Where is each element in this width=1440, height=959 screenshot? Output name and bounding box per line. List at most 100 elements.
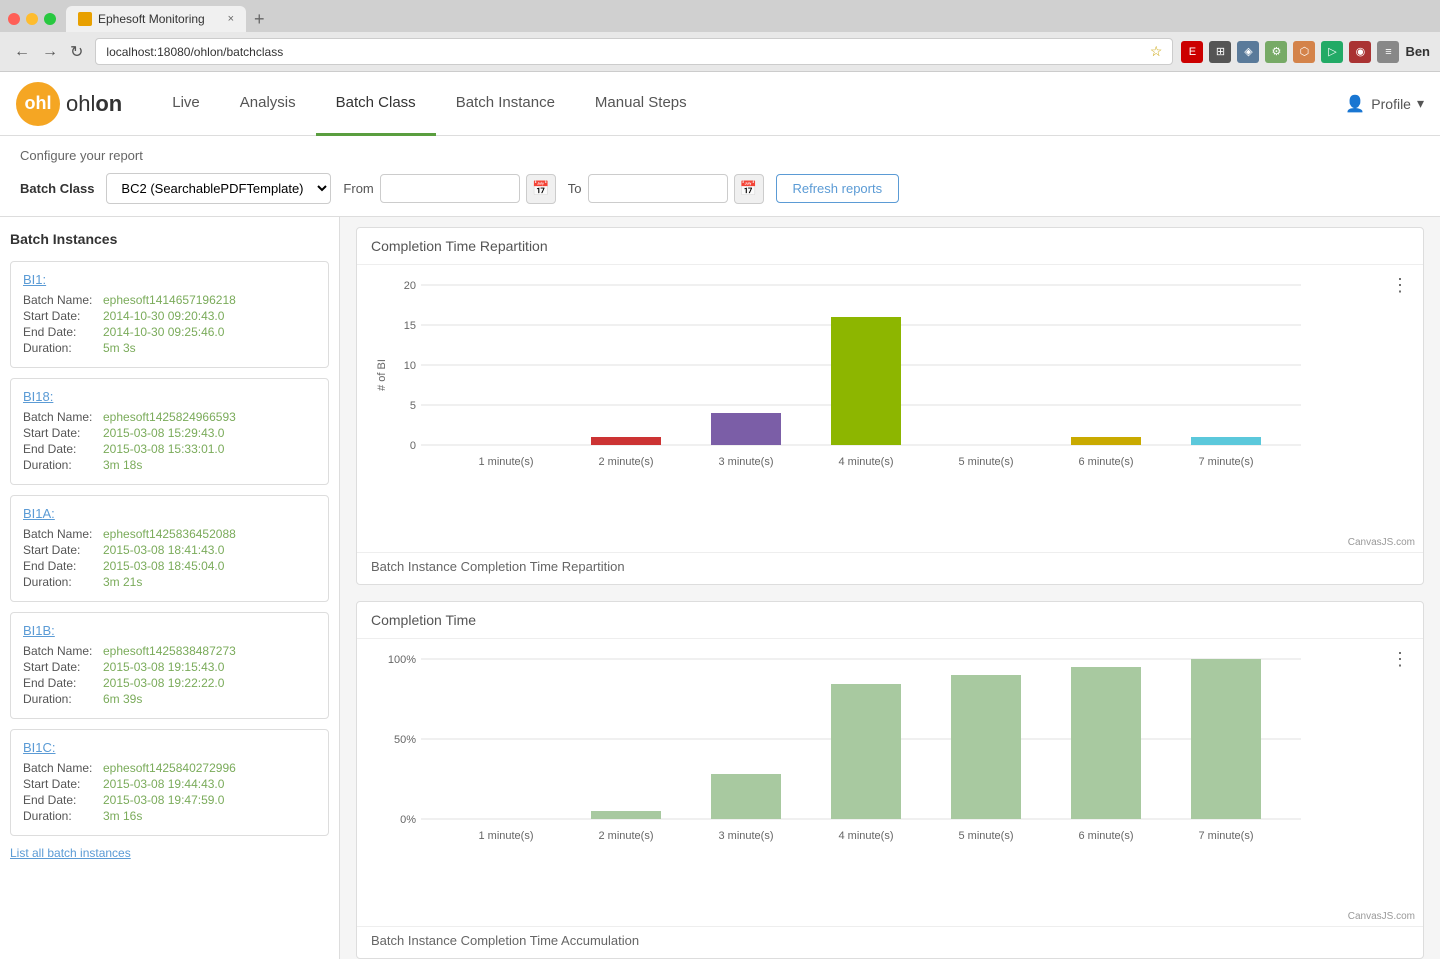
svg-text:7 minute(s): 7 minute(s) <box>1198 830 1253 842</box>
back-button[interactable]: ← <box>10 41 34 63</box>
chart1-container: ⋮ 0 5 10 15 20 # of BI <box>357 265 1423 535</box>
browser-chrome: Ephesoft Monitoring × + ← → ↻ localhost:… <box>0 0 1440 72</box>
batch-id-bi1c[interactable]: BI1C: <box>23 740 316 755</box>
nav-item-analysis[interactable]: Analysis <box>220 72 316 136</box>
main-content: Batch Instances BI1: Batch Name: ephesof… <box>0 217 1440 959</box>
from-calendar-button[interactable]: 📅 <box>526 174 556 204</box>
batch-field-name-bi1: Batch Name: ephesoft1414657196218 <box>23 293 316 307</box>
address-bar[interactable]: localhost:18080/ohlon/batchclass ☆ <box>95 38 1173 65</box>
chart2-section: Completion Time ⋮ 0% 50% 100% <box>356 601 1424 959</box>
batch-card-bi1b: BI1B: Batch Name: ephesoft1425838487273 … <box>10 612 329 719</box>
svg-text:5 minute(s): 5 minute(s) <box>958 830 1013 842</box>
duration-value: 5m 3s <box>103 341 136 355</box>
sidebar-title: Batch Instances <box>10 227 329 251</box>
extension-2-icon[interactable]: ⊞ <box>1209 41 1231 63</box>
svg-text:5: 5 <box>410 400 416 412</box>
new-tab-button[interactable]: + <box>254 9 265 30</box>
nav-item-batch-instance[interactable]: Batch Instance <box>436 72 575 136</box>
svg-text:# of BI: # of BI <box>376 359 388 391</box>
minimize-dot[interactable] <box>26 13 38 25</box>
batch-field-start-bi1: Start Date: 2014-10-30 09:20:43.0 <box>23 309 316 323</box>
batch-name-value: ephesoft1414657196218 <box>103 293 236 307</box>
to-date-group: To 📅 <box>568 174 764 204</box>
user-label: Ben <box>1405 44 1430 59</box>
svg-text:0: 0 <box>410 440 416 452</box>
extension-5-icon[interactable]: ⬡ <box>1293 41 1315 63</box>
svg-text:5 minute(s): 5 minute(s) <box>958 456 1013 468</box>
nav-item-batch-class[interactable]: Batch Class <box>316 72 436 136</box>
refresh-button[interactable]: ↻ <box>66 40 87 64</box>
chart2-menu-button[interactable]: ⋮ <box>1391 649 1409 670</box>
extension-1-icon[interactable]: E <box>1181 41 1203 63</box>
config-section: Configure your report Batch Class BC2 (S… <box>0 136 1440 217</box>
svg-text:7 minute(s): 7 minute(s) <box>1198 456 1253 468</box>
address-text: localhost:18080/ohlon/batchclass <box>106 45 1149 59</box>
svg-text:10: 10 <box>404 360 416 372</box>
browser-address-bar: ← → ↻ localhost:18080/ohlon/batchclass ☆… <box>0 32 1440 71</box>
chart2-svg: 0% 50% 100% <box>371 649 1311 889</box>
svg-text:6 minute(s): 6 minute(s) <box>1078 830 1133 842</box>
svg-text:20: 20 <box>404 280 416 292</box>
browser-tab[interactable]: Ephesoft Monitoring × <box>66 6 246 32</box>
profile-menu[interactable]: 👤 Profile ▾ <box>1345 94 1424 114</box>
chart1-section: Completion Time Repartition ⋮ 0 5 10 15 … <box>356 227 1424 585</box>
batch-id-bi1a[interactable]: BI1A: <box>23 506 316 521</box>
logo-bold-text: on <box>95 91 122 116</box>
bookmark-icon[interactable]: ☆ <box>1150 43 1163 60</box>
browser-actions: E ⊞ ◈ ⚙ ⬡ ▷ ◉ ≡ Ben <box>1181 41 1430 63</box>
browser-nav-buttons: ← → ↻ <box>10 40 87 64</box>
chart1-subtitle: Batch Instance Completion Time Repartiti… <box>357 552 1423 584</box>
to-calendar-button[interactable]: 📅 <box>734 174 764 204</box>
batch-id-bi18[interactable]: BI18: <box>23 389 316 404</box>
batch-name-label: Batch Name: <box>23 293 103 307</box>
nav-item-manual-steps[interactable]: Manual Steps <box>575 72 707 136</box>
extension-3-icon[interactable]: ◈ <box>1237 41 1259 63</box>
chart1-menu-button[interactable]: ⋮ <box>1391 275 1409 296</box>
browser-tab-bar: Ephesoft Monitoring × + <box>0 0 1440 32</box>
profile-icon: 👤 <box>1345 94 1365 114</box>
tab-favicon <box>78 12 92 26</box>
logo: ohl ohlon <box>16 82 122 126</box>
maximize-dot[interactable] <box>44 13 56 25</box>
extension-7-icon[interactable]: ◉ <box>1349 41 1371 63</box>
forward-button[interactable]: → <box>38 41 62 63</box>
batch-id-bi1b[interactable]: BI1B: <box>23 623 316 638</box>
config-row: Batch Class BC2 (SearchablePDFTemplate) … <box>20 173 1420 204</box>
batch-id-bi1[interactable]: BI1: <box>23 272 316 287</box>
from-date-input[interactable] <box>380 174 520 203</box>
logo-icon: ohl <box>16 82 60 126</box>
svg-text:4 minute(s): 4 minute(s) <box>838 456 893 468</box>
app-header: ohl ohlon Live Analysis Batch Class Batc… <box>0 72 1440 136</box>
svg-text:15: 15 <box>404 320 416 332</box>
svg-text:0%: 0% <box>400 814 416 826</box>
charts-area: Completion Time Repartition ⋮ 0 5 10 15 … <box>340 217 1440 959</box>
list-all-link[interactable]: List all batch instances <box>10 846 329 860</box>
close-dot[interactable] <box>8 13 20 25</box>
profile-label: Profile <box>1371 96 1411 112</box>
batch-field-duration-bi1: Duration: 5m 3s <box>23 341 316 355</box>
tab-close-button[interactable]: × <box>228 13 234 25</box>
extension-4-icon[interactable]: ⚙ <box>1265 41 1287 63</box>
to-date-input[interactable] <box>588 174 728 203</box>
menu-icon[interactable]: ≡ <box>1377 41 1399 63</box>
batch-card-bi1c: BI1C: Batch Name: ephesoft1425840272996 … <box>10 729 329 836</box>
from-date-group: From 📅 <box>343 174 555 204</box>
batch-class-select[interactable]: BC2 (SearchablePDFTemplate) <box>106 173 331 204</box>
batch-card-bi1: BI1: Batch Name: ephesoft1414657196218 S… <box>10 261 329 368</box>
svg-text:3 minute(s): 3 minute(s) <box>718 456 773 468</box>
logo-text: ohlon <box>66 91 122 117</box>
config-title: Configure your report <box>20 148 1420 163</box>
batch-card-bi1a: BI1A: Batch Name: ephesoft1425836452088 … <box>10 495 329 602</box>
svg-text:100%: 100% <box>388 654 416 666</box>
refresh-reports-button[interactable]: Refresh reports <box>776 174 900 203</box>
extension-6-icon[interactable]: ▷ <box>1321 41 1343 63</box>
svg-text:1 minute(s): 1 minute(s) <box>478 456 533 468</box>
svg-text:2 minute(s): 2 minute(s) <box>598 456 653 468</box>
nav-menu: Live Analysis Batch Class Batch Instance… <box>152 72 1345 136</box>
batch-field-name-bi18: Batch Name: ephesoft1425824966593 <box>23 410 316 424</box>
from-label: From <box>343 181 373 196</box>
batch-class-label: Batch Class <box>20 181 94 196</box>
nav-item-live[interactable]: Live <box>152 72 220 136</box>
end-date-value: 2014-10-30 09:25:46.0 <box>103 325 224 339</box>
svg-text:1 minute(s): 1 minute(s) <box>478 830 533 842</box>
